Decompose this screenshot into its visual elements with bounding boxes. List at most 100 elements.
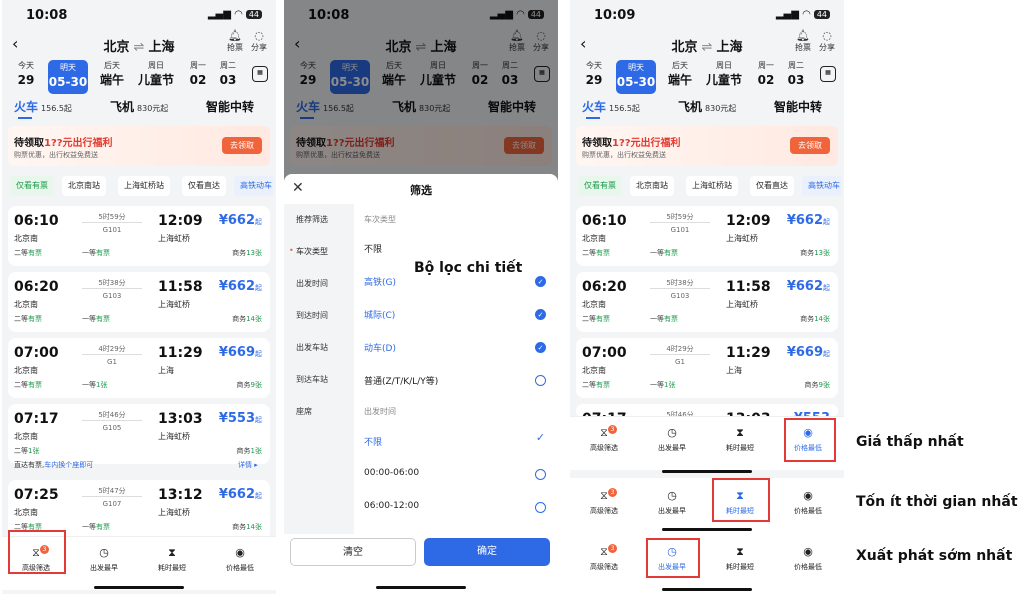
date-item-selected[interactable]: 明天 05-30 <box>616 60 656 94</box>
train-card[interactable]: 07:17 5时46分 G105 13:03 北京南 上海虹桥 ¥553起 二等1张 商务1张 <box>8 404 270 464</box>
date-item[interactable]: 后天 端午 <box>660 60 700 88</box>
date-item[interactable]: 周一 02 <box>746 60 786 88</box>
claim-button[interactable]: 去领取 <box>790 137 830 154</box>
date-item[interactable]: 周一 02 <box>178 60 218 88</box>
shortest-duration-button[interactable]: ⧗ 耗时最短 <box>710 544 770 572</box>
calendar-icon[interactable]: ▦ <box>820 66 836 82</box>
claim-button[interactable]: 去领取 <box>222 137 262 154</box>
seat-business: 商务14张 <box>232 523 262 531</box>
tab-train[interactable]: 火车 156.5起 <box>582 98 640 119</box>
chip-station[interactable]: 上海虹桥站 <box>686 176 738 196</box>
train-card[interactable]: 06:10 5时59分 G101 12:09 北京南 上海虹桥 ¥662起 二等有票 一等有票 商… <box>576 206 838 266</box>
sidebar-item[interactable]: 到达时间 <box>284 310 354 321</box>
advanced-filter-button[interactable]: ⧖ 高级筛选 3 <box>574 425 634 453</box>
option-label[interactable]: 城际(C) <box>364 308 395 321</box>
train-card[interactable]: 06:10 5时59分 G101 12:09 北京南 上海虹桥 ¥662起 二等有票 一等有票 商… <box>8 206 270 266</box>
yen-icon: ◉ <box>803 545 813 558</box>
checkbox-icon[interactable]: ✓ <box>535 276 546 287</box>
option-label[interactable]: 动车(D) <box>364 341 396 354</box>
date-item[interactable]: 今天 29 <box>6 60 46 88</box>
date-item[interactable]: 后天 端午 <box>92 60 132 88</box>
grab-ticket-button[interactable]: 🔔︎ 抢票 <box>792 30 814 53</box>
duration: 5时38分 <box>98 279 126 287</box>
promo-subtitle: 购票优惠，出行权益免费送 <box>14 151 98 159</box>
train-card[interactable]: 06:20 5时38分 G103 11:58 北京南 上海虹桥 ¥662起 二等有票 一等有票 商… <box>576 272 838 332</box>
chip-has-ticket[interactable]: 仅看有票 <box>10 176 54 196</box>
sidebar-item[interactable]: 出发车站 <box>284 342 354 353</box>
tab-smart-transfer[interactable]: 智能中转 <box>774 98 822 115</box>
signal-icon: ▂▄▆ ◠ 44 <box>208 9 262 20</box>
lowest-price-button[interactable]: ◉ 价格最低 <box>210 545 270 573</box>
calendar-icon[interactable]: ▦ <box>252 66 268 82</box>
date-item[interactable]: 周日 儿童节 <box>704 60 744 88</box>
tab-smart-transfer[interactable]: 智能中转 <box>206 98 254 115</box>
chip-train-type[interactable]: 高铁动车 <box>802 176 842 196</box>
advanced-filter-button[interactable]: ⧖ 高级筛选 3 <box>574 488 634 516</box>
sidebar-item[interactable]: 推荐筛选 <box>284 214 354 225</box>
filter-chips: 仅看有票 北京南站 上海虹桥站 仅看直达 高铁动车 <box>2 176 276 196</box>
date-selector: 今天 29 明天 05-30 后天 端午 周日 儿童节 周一 02 周二 03 ▦ <box>570 60 844 94</box>
shortest-duration-button[interactable]: ⧗ 耗时最短 <box>142 545 202 573</box>
checkbox-icon[interactable] <box>535 469 546 480</box>
date-item-selected[interactable]: 明天 05-30 <box>48 60 88 94</box>
date-item[interactable]: 周二 03 <box>782 60 810 88</box>
chip-station[interactable]: 北京南站 <box>630 176 674 196</box>
chip-station[interactable]: 上海虹桥站 <box>118 176 170 196</box>
confirm-button[interactable]: 确定 <box>424 538 550 566</box>
option-label[interactable]: 00:00-06:00 <box>364 468 419 478</box>
departure-station: 北京南 <box>582 300 606 309</box>
checkbox-icon[interactable]: ✓ <box>535 309 546 320</box>
checkbox-icon[interactable] <box>535 502 546 513</box>
date-item[interactable]: 周二 03 <box>214 60 242 88</box>
option-label[interactable]: 不限 <box>364 435 382 448</box>
lowest-price-button[interactable]: ◉ 价格最低 <box>778 544 838 572</box>
bottom-bar-strip-earliest: ⧖ 高级筛选 3 ◷ 出发最早 ⧗ 耗时最短 ◉ 价格最低 <box>570 536 844 588</box>
departure-station: 北京南 <box>14 300 38 309</box>
details-link[interactable]: 详情 ▸ <box>238 460 258 470</box>
train-card[interactable]: 07:00 4时29分 G1 11:29 北京南 上海 ¥669起 二等有票 一等1张 商务9张 <box>576 338 838 398</box>
swap-icon[interactable]: ⇌ <box>134 40 145 55</box>
swap-icon[interactable]: ⇌ <box>702 40 713 55</box>
checkbox-icon[interactable]: ✓ <box>535 342 546 353</box>
duration: 4时29分 <box>666 345 694 353</box>
direct-note: 直达有票,车内换个座即可 <box>14 461 94 469</box>
train-card[interactable]: 07:00 4时29分 G1 11:29 北京南 上海 ¥669起 二等有票 一等1张 商务9张 <box>8 338 270 398</box>
share-button[interactable]: ◌ 分享 <box>248 30 270 53</box>
option-label[interactable]: 普通(Z/T/K/L/Y等) <box>364 374 438 387</box>
option-label[interactable]: 高铁(G) <box>364 275 396 288</box>
option-label[interactable]: 06:00-12:00 <box>364 501 419 511</box>
check-icon[interactable]: ✓ <box>535 432 546 444</box>
earliest-departure-button[interactable]: ◷ 出发最早 <box>642 425 702 453</box>
chip-direct[interactable]: 仅看直达 <box>750 176 794 196</box>
share-button[interactable]: ◌ 分享 <box>816 30 838 53</box>
sidebar-item[interactable]: 座席 <box>284 406 354 417</box>
sidebar-item[interactable]: 到达车站 <box>284 374 354 385</box>
annotation-earliest: Xuất phát sớm nhất <box>856 548 1013 564</box>
route-line <box>82 420 142 421</box>
clear-button[interactable]: 清空 <box>290 538 416 566</box>
chip-direct[interactable]: 仅看直达 <box>182 176 226 196</box>
grab-ticket-button[interactable]: 🔔︎ 抢票 <box>224 30 246 53</box>
sidebar-item[interactable]: 出发时间 <box>284 278 354 289</box>
chip-train-type[interactable]: 高铁动车 <box>234 176 274 196</box>
tab-train[interactable]: 火车 156.5起 <box>14 98 72 119</box>
option-label[interactable]: 不限 <box>364 242 382 255</box>
date-item[interactable]: 周日 儿童节 <box>136 60 176 88</box>
tab-plane[interactable]: 飞机 830元起 <box>110 98 168 115</box>
tab-plane[interactable]: 飞机 830元起 <box>678 98 736 115</box>
departure-time: 06:10 <box>14 213 59 229</box>
earliest-departure-button[interactable]: ◷ 出发最早 <box>74 545 134 573</box>
lowest-price-button[interactable]: ◉ 价格最低 <box>778 488 838 516</box>
chip-station[interactable]: 北京南站 <box>62 176 106 196</box>
advanced-filter-button[interactable]: ⧖ 高级筛选 3 <box>574 544 634 572</box>
promo-banner[interactable]: 待领取1??元出行福利 购票优惠，出行权益免费送 去领取 <box>8 126 270 166</box>
train-card[interactable]: 06:20 5时38分 G103 11:58 北京南 上海虹桥 ¥662起 二等有票 一等有票 商… <box>8 272 270 332</box>
checkbox-icon[interactable] <box>535 375 546 386</box>
date-item[interactable]: 今天 29 <box>574 60 614 88</box>
chip-has-ticket[interactable]: 仅看有票 <box>578 176 622 196</box>
sidebar-item-active[interactable]: 车次类型 <box>284 246 354 257</box>
earliest-departure-button[interactable]: ◷ 出发最早 <box>642 488 702 516</box>
promo-title: 待领取1??元出行福利 <box>14 138 113 149</box>
promo-banner[interactable]: 待领取1??元出行福利 购票优惠，出行权益免费送 去领取 <box>576 126 838 166</box>
shortest-duration-button[interactable]: ⧗ 耗时最短 <box>710 425 770 453</box>
